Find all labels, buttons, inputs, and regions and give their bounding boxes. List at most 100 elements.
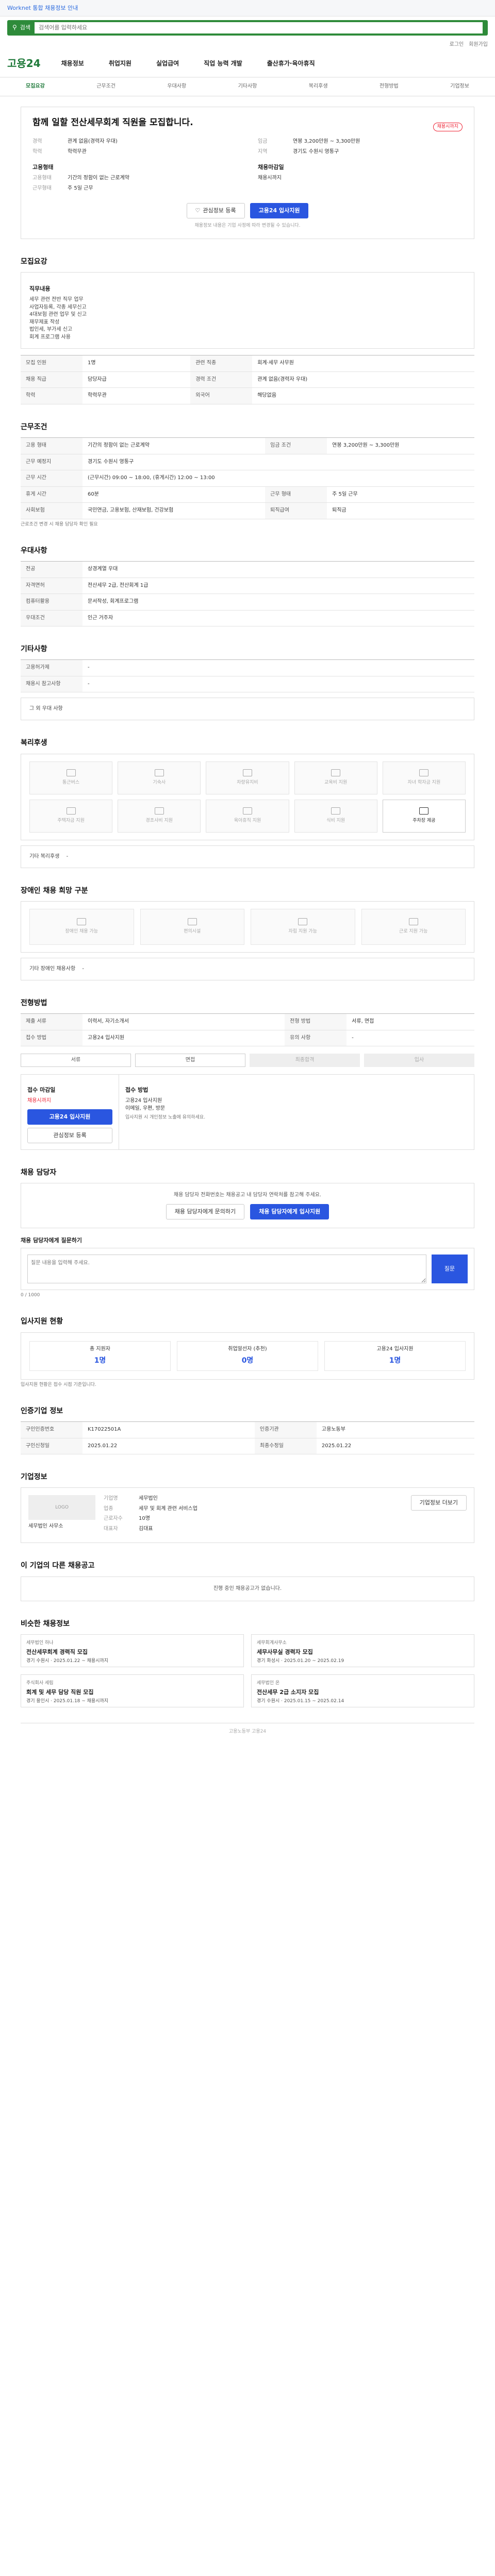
- card-title: 회계 및 세무 담당 직원 모집: [26, 1689, 94, 1696]
- duty-box: 직무내용 세무 관련 전반 직무 업무 사업자등록, 각종 세무신고 4대보험 …: [21, 272, 474, 349]
- company-key: 대표자: [104, 1526, 118, 1532]
- tab-preference[interactable]: 우대사항: [167, 83, 186, 91]
- card-date: 2025.01.22 ~ 채용시까지: [53, 1658, 109, 1664]
- row-key: 임금 조건: [265, 437, 327, 454]
- table-row: 제출 서류 이력서, 자기소개서 전형 방법 서류, 면접: [21, 1013, 474, 1030]
- gnb-item-support[interactable]: 취업지원: [109, 59, 131, 68]
- apply-box-button[interactable]: 고용24 입사지원: [27, 1109, 112, 1125]
- login-link[interactable]: 로그인: [450, 41, 464, 49]
- table-row: 컴퓨터활용 문서작성, 회계프로그램: [21, 594, 474, 611]
- footer: 고용노동부 고용24: [21, 1723, 474, 1735]
- due-value: 채용시까지: [258, 175, 282, 181]
- section-title: 전형방법: [21, 998, 47, 1007]
- disabled-label: 자립 지원 가능: [288, 929, 317, 935]
- card-meta: 경기 수원시: [257, 1699, 280, 1704]
- similar-job-card[interactable]: 세무회계사무소 세무사무실 경력자 모집 경기 화성시 · 2025.01.20 ~…: [251, 1634, 474, 1668]
- top-notice-text[interactable]: Worknet 통합 채용정보 안내: [7, 4, 78, 12]
- section-title: 입사지원 현황: [21, 1317, 63, 1326]
- company-more-button[interactable]: 기업정보 더보기: [410, 1495, 467, 1511]
- disabled-label: 근로 지원 가능: [399, 929, 428, 935]
- table-row: 근무 시간 (근무시간) 09:00 ~ 18:00, (휴게시간) 12:00 …: [21, 470, 474, 487]
- disabled-more-box: 기타 장애인 채용사항 -: [21, 957, 474, 980]
- card-date: 2025.01.15 ~ 2025.02.14: [284, 1699, 344, 1704]
- search-input[interactable]: [35, 22, 483, 33]
- inquiry-send-button[interactable]: 질문: [432, 1255, 468, 1284]
- recruit-section: 모집요강 직무내용 세무 관련 전반 직무 업무 사업자등록, 각종 세무신고 …: [21, 257, 474, 404]
- benefit-other-label: 기타 복리후생: [29, 853, 60, 859]
- section-title: 채용 담당자: [21, 1168, 57, 1177]
- company-logo: LOGO: [28, 1495, 95, 1520]
- similar-jobs-section: 비슷한 채용정보 세무법인 하나 전산세무회계 경력직 모집 경기 수원시 · 20…: [21, 1619, 474, 1708]
- row-value: 전산세무 2급, 전산회계 1급: [82, 578, 474, 594]
- summary-value: 연봉 3,200만원 ~ 3,300만원: [293, 139, 360, 145]
- deadline-badge: 채용시까지: [433, 123, 463, 132]
- summary-note: 채용정보 내용은 기업 사정에 따라 변경될 수 있습니다.: [194, 223, 301, 229]
- tab-recruit[interactable]: 모집요강: [26, 83, 45, 91]
- summary-value: 기간의 정함이 없는 근로계약: [68, 175, 129, 181]
- section-title: 비슷한 채용정보: [21, 1620, 70, 1629]
- tab-process[interactable]: 전형방법: [380, 83, 399, 91]
- row-value: 서류, 면접: [346, 1013, 474, 1030]
- scrap-button[interactable]: ♡ 관심정보 등록: [186, 203, 245, 219]
- row-key: 외국어: [190, 387, 253, 404]
- apply-due-date: 채용시까지: [27, 1098, 51, 1104]
- row-value: 2025.01.22: [82, 1438, 255, 1455]
- row-key: 경력 조건: [190, 371, 253, 388]
- similar-job-card[interactable]: 세무법인 하나 전산세무회계 경력직 모집 경기 수원시 · 2025.01.22 …: [21, 1634, 244, 1668]
- disabled-tile: 자립 지원 가능: [251, 908, 355, 945]
- table-row: 모집 인원 1명 관련 직종 회계·세무 사무원: [21, 355, 474, 372]
- duty-line: 회계 프로그램 사용: [29, 334, 71, 340]
- row-key: 근무 예정지: [21, 454, 82, 471]
- gnb-item-leave[interactable]: 출산휴가·육아휴직: [267, 59, 315, 68]
- summary-value: 주 5일 근무: [68, 185, 93, 191]
- baby-icon: [242, 807, 252, 815]
- inquiry-title: 채용 담당자에게 질문하기: [21, 1237, 82, 1244]
- wheelchair-icon: [77, 918, 87, 926]
- contact-apply-button[interactable]: 채용 담당자에게 입사지원: [250, 1204, 329, 1220]
- row-value: -: [82, 659, 474, 676]
- card-meta: 경기 수원시: [26, 1658, 50, 1664]
- inquiry-box: 질문: [21, 1248, 474, 1291]
- company-value: 세무법인: [139, 1496, 158, 1502]
- gnb-item-training[interactable]: 직업 능력 개발: [204, 59, 242, 68]
- search-label: 검색: [20, 24, 31, 31]
- tab-etc[interactable]: 기타사항: [238, 83, 257, 91]
- benefit-tile-active: 주차장 제공: [382, 799, 466, 833]
- heart-icon: ♡: [195, 207, 201, 214]
- inquiry-textarea[interactable]: [27, 1255, 426, 1284]
- row-value: 국민연금, 고용보험, 산재보험, 건강보험: [82, 502, 266, 519]
- summary-key: 지역: [258, 148, 268, 155]
- company-key: 근로자수: [104, 1516, 123, 1522]
- tab-benefits[interactable]: 복리후생: [309, 83, 328, 91]
- apply-box-scrap[interactable]: 관심정보 등록: [27, 1127, 112, 1143]
- row-value: 회계·세무 사무원: [252, 355, 474, 372]
- meal-icon: [331, 807, 341, 815]
- row-value: 기간의 정함이 없는 근로계약: [82, 437, 266, 454]
- similar-job-card[interactable]: 주식회사 세림 회계 및 세무 담당 직원 모집 경기 용인시 · 2025.01.…: [21, 1674, 244, 1708]
- row-value: 고용노동부: [316, 1421, 474, 1438]
- search-icon[interactable]: ⚲: [12, 23, 17, 32]
- row-key: 컴퓨터활용: [21, 594, 82, 611]
- card-company: 세무법인 하나: [26, 1640, 54, 1646]
- facility-icon: [187, 918, 197, 926]
- tab-company[interactable]: 기업정보: [450, 83, 469, 91]
- benefit-tile: 육아휴직 지원: [206, 799, 289, 833]
- disabled-more-value: -: [82, 965, 84, 972]
- table-row: 고용 형태 기간의 정함이 없는 근로계약 임금 조건 연봉 3,200만원 ~ 3,…: [21, 437, 474, 454]
- disabled-tile: 장애인 채용 가능: [29, 908, 134, 945]
- gnb-item-benefit[interactable]: 실업급여: [156, 59, 179, 68]
- signup-link[interactable]: 회원가입: [469, 41, 488, 49]
- apply-button[interactable]: 고용24 입사지원: [250, 203, 309, 219]
- benefits-section: 복리후생 통근버스 기숙사 차량유지비 교육비 지원 자녀 학자금 지원 주택자…: [21, 738, 474, 868]
- site-logo[interactable]: 고용24: [7, 56, 41, 71]
- section-title: 이 기업의 다른 채용공고: [21, 1562, 95, 1570]
- status-value: 1명: [94, 1356, 106, 1365]
- row-key: 근무 형태: [265, 486, 327, 503]
- process-step: 최종합격: [250, 1054, 360, 1067]
- contact-inquiry-button[interactable]: 채용 담당자에게 문의하기: [166, 1204, 245, 1220]
- similar-job-card[interactable]: 세무법인 온 전산세무 2급 소지자 모집 경기 수원시 · 2025.01.15 …: [251, 1674, 474, 1708]
- row-key: 전공: [21, 561, 82, 578]
- gnb-item-jobs[interactable]: 채용정보: [61, 59, 84, 68]
- search-box: ⚲ 검색: [7, 20, 488, 36]
- tab-conditions[interactable]: 근무조건: [96, 83, 116, 91]
